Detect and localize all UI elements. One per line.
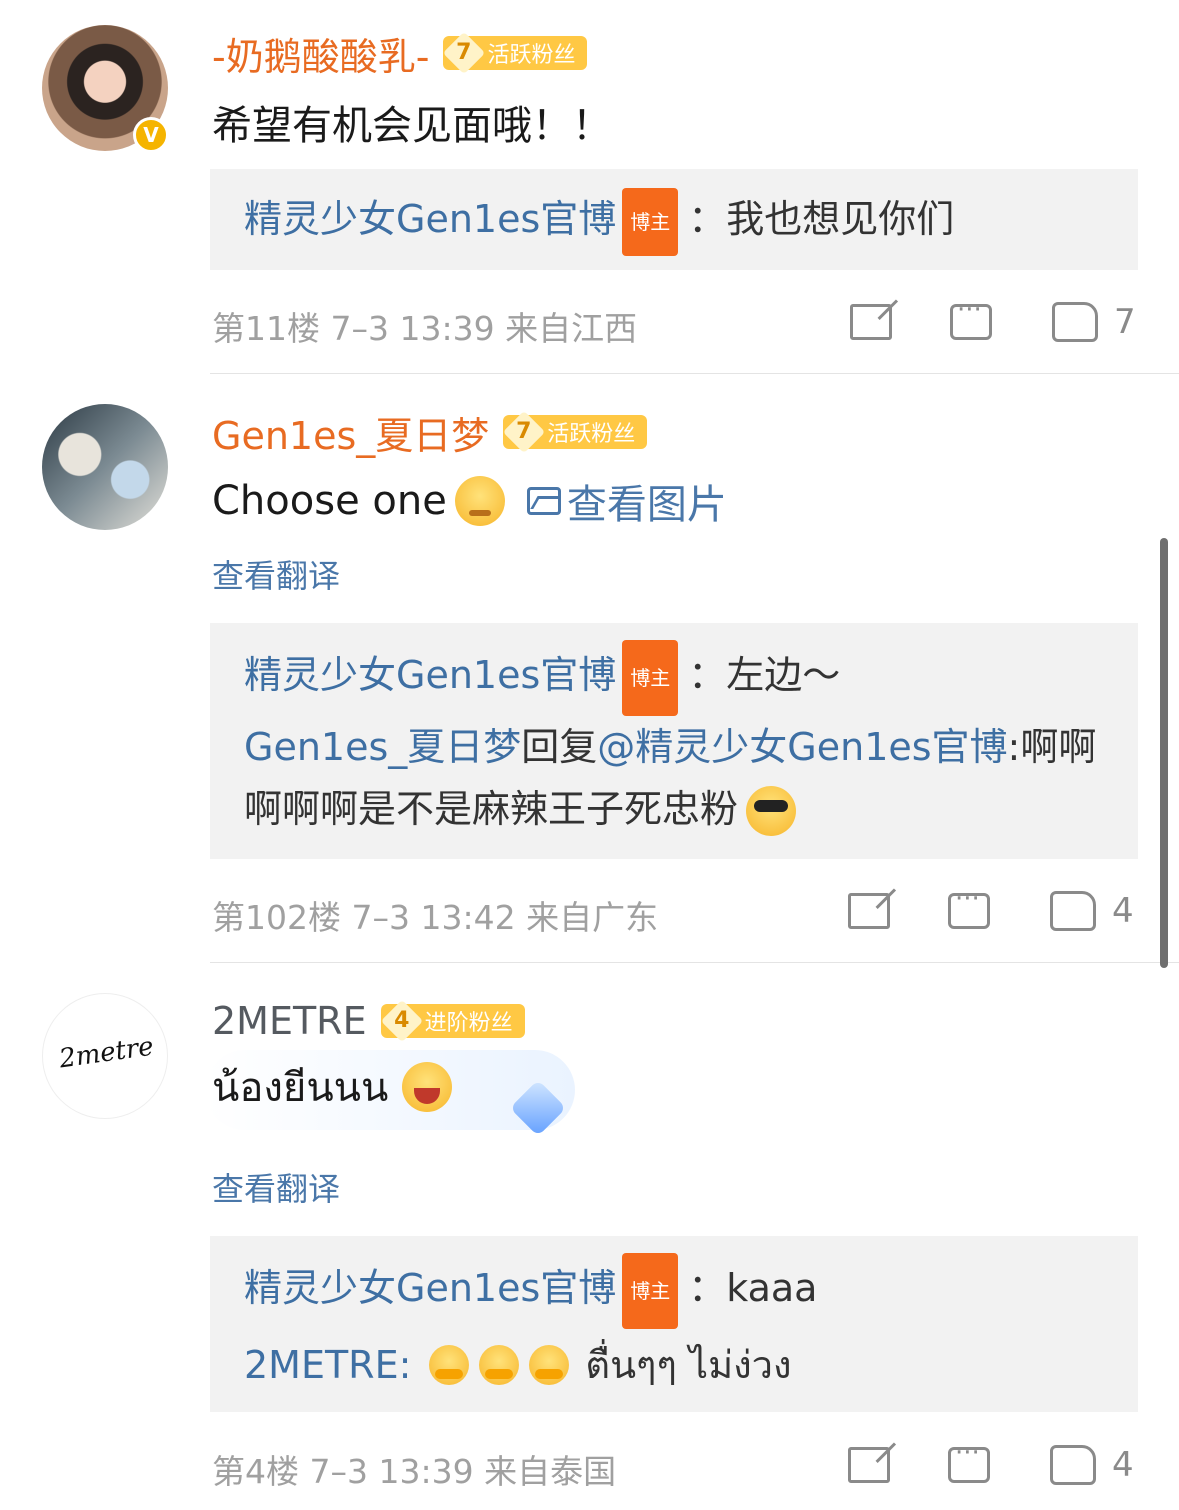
- fan-label: 活跃粉丝: [547, 422, 636, 447]
- comment-meta: 第102楼 7–3 13:42 来自广东: [212, 898, 659, 937]
- like-icon[interactable]: [1052, 302, 1098, 342]
- divider: [210, 373, 1179, 374]
- reply-text: ：我也想见你们: [688, 197, 955, 241]
- sunglasses-face-icon: [746, 786, 797, 836]
- avatar-signature: 2metre: [57, 1031, 156, 1075]
- username-line: 2METRE 4 进阶粉丝: [212, 993, 525, 1049]
- fan-label: 进阶粉丝: [424, 1011, 513, 1036]
- owner-badge: 博主: [622, 639, 679, 716]
- reply-author[interactable]: 精灵少女Gen1es官博: [244, 653, 616, 697]
- fan-level-icon: 4: [380, 999, 423, 1043]
- comment-meta: 第11楼 7–3 13:39 来自江西: [212, 309, 638, 348]
- reply-author[interactable]: Gen1es_夏日梦: [244, 725, 521, 769]
- comment-icon[interactable]: [948, 884, 990, 929]
- share-icon[interactable]: [848, 1447, 890, 1483]
- username[interactable]: Gen1es_夏日梦: [212, 405, 489, 460]
- reply-word: 回复: [521, 724, 598, 769]
- reply-box[interactable]: 精灵少女Gen1es官博 博主 ：左边～ Gen1es_夏日梦回复@精灵少女Gen1…: [210, 623, 1138, 859]
- action-bar: 4: [840, 884, 1134, 931]
- username[interactable]: 2METRE: [212, 999, 367, 1043]
- reply-author[interactable]: 2METRE:: [244, 1329, 411, 1401]
- reply-line: Gen1es_夏日梦回复@精灵少女Gen1es官博:啊啊啊啊啊是不是麻辣王子死忠…: [244, 716, 1104, 840]
- action-bar: 4: [840, 1438, 1134, 1485]
- hugging-face-icon: [429, 1344, 470, 1385]
- fan-badge[interactable]: 7 活跃粉丝: [503, 410, 648, 454]
- hugging-face-icon: [479, 1344, 520, 1385]
- like-count: 7: [1114, 302, 1136, 342]
- view-image-link[interactable]: 查看图片: [526, 472, 727, 530]
- reply-line: 精灵少女Gen1es官博 博主 ：左边～: [244, 639, 1104, 716]
- verified-icon: V: [133, 117, 169, 153]
- fan-badge[interactable]: 4 进阶粉丝: [380, 999, 525, 1043]
- action-bar: 7: [840, 295, 1136, 342]
- translate-link[interactable]: 查看翻译: [212, 1164, 340, 1210]
- reply-text: ตื่นๆๆ ไม่ง่วง: [585, 1342, 792, 1387]
- reply-text: ：kaaa: [688, 1266, 818, 1310]
- fan-level-icon: 7: [443, 31, 486, 75]
- share-icon[interactable]: [850, 304, 892, 340]
- owner-badge: 博主: [622, 187, 679, 256]
- reply-box[interactable]: 精灵少女Gen1es官博 博主 ：kaaa 2METRE: ตื่นๆๆ ไม่ง่…: [210, 1236, 1138, 1412]
- fan-badge[interactable]: 7 活跃粉丝: [443, 31, 588, 75]
- fan-level-icon: 7: [503, 410, 546, 454]
- like-count: 4: [1112, 1445, 1134, 1485]
- reply-author[interactable]: 精灵少女Gen1es官博: [244, 1266, 616, 1310]
- avatar[interactable]: [42, 404, 168, 530]
- translate-link[interactable]: 查看翻译: [212, 551, 340, 597]
- comment-icon[interactable]: [948, 1438, 990, 1483]
- thinking-face-icon: [454, 476, 505, 526]
- share-icon[interactable]: [848, 893, 890, 929]
- comment-meta: 第4楼 7–3 13:39 来自泰国: [212, 1452, 617, 1491]
- comment-text: 希望有机会见面哦！！: [212, 103, 612, 149]
- fan-label: 活跃粉丝: [487, 43, 576, 68]
- username-line: -奶鹅酸酸乳- 7 活跃粉丝: [212, 25, 588, 81]
- reply-line: 精灵少女Gen1es官博 博主 ：kaaa: [244, 1252, 1104, 1329]
- avatar[interactable]: 2metre: [42, 993, 168, 1119]
- laughing-face-icon: [402, 1062, 453, 1112]
- reply-line: 精灵少女Gen1es官博 博主 ：我也想见你们: [244, 187, 1104, 256]
- username-line: Gen1es_夏日梦 7 活跃粉丝: [212, 404, 648, 460]
- like-icon[interactable]: [1050, 1445, 1096, 1485]
- reply-author[interactable]: 精灵少女Gen1es官博: [244, 197, 616, 241]
- reply-text: ：左边～: [688, 653, 841, 697]
- comment-icon[interactable]: [950, 295, 992, 340]
- like-count: 4: [1112, 891, 1134, 931]
- reply-line: 2METRE: ตื่นๆๆ ไม่ง่วง: [244, 1329, 1104, 1401]
- mention-link[interactable]: @精灵少女Gen1es官博: [597, 725, 1007, 769]
- comment-text: น้องยีนนน: [212, 1058, 453, 1116]
- like-icon[interactable]: [1050, 891, 1096, 931]
- comment-text: Choose one 查看图片: [212, 472, 727, 530]
- username[interactable]: -奶鹅酸酸乳-: [212, 26, 429, 81]
- image-icon: [526, 487, 561, 515]
- owner-badge: 博主: [622, 1252, 679, 1329]
- reply-box[interactable]: 精灵少女Gen1es官博 博主 ：我也想见你们: [210, 169, 1138, 270]
- divider: [210, 962, 1179, 963]
- hugging-face-icon: [529, 1344, 570, 1385]
- scrollbar[interactable]: [1160, 538, 1168, 968]
